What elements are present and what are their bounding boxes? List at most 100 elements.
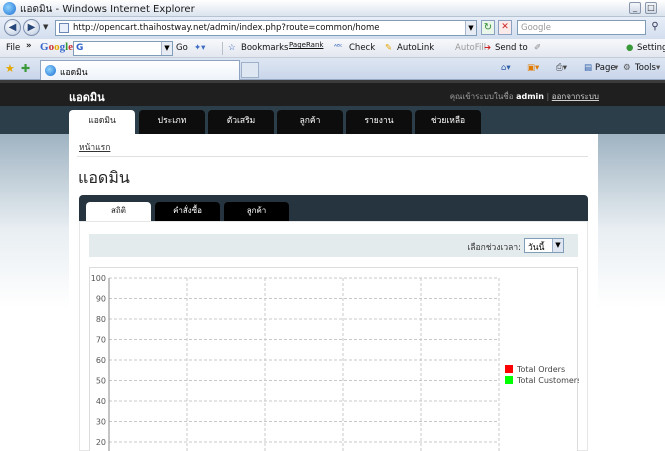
autofill-button[interactable]: AutoFill bbox=[455, 43, 486, 53]
ie-logo-icon bbox=[3, 2, 16, 15]
admin-brand: แอดมิน bbox=[69, 91, 105, 104]
statistics-panel: เลือกช่วงเวลา: วันนี้ ▼ 20 30 40 50 60 70 80 90… bbox=[79, 221, 588, 451]
chart-y-tick-label: 70 bbox=[96, 336, 106, 345]
url-dropdown-icon[interactable]: ▼ bbox=[465, 21, 476, 35]
tab-customers[interactable]: ลูกค้า bbox=[224, 202, 289, 221]
back-button[interactable]: ◀ bbox=[4, 19, 21, 36]
menu-tab-category[interactable]: ประเภท bbox=[139, 110, 205, 134]
chart-y-tick-label: 90 bbox=[96, 295, 106, 304]
chart-y-tick-label: 40 bbox=[96, 397, 106, 406]
pagerank-indicator[interactable]: PageRank bbox=[289, 41, 323, 49]
main-content: หน้าแรก แอดมิน สถิติ คำสั่งซื้อ ลูกค้า เ… bbox=[69, 134, 598, 451]
page-menu[interactable]: Page bbox=[595, 63, 616, 73]
chart-y-tick-label: 80 bbox=[96, 315, 106, 324]
tools-dropdown-icon: ▾ bbox=[656, 63, 661, 73]
logged-in-username: admin bbox=[516, 92, 544, 101]
spellcheck-icon: ᴬᴮᶜ bbox=[334, 43, 343, 51]
tab-orders[interactable]: คำสั่งซื้อ bbox=[155, 202, 220, 221]
url-field[interactable]: http://opencart.thaihostway.net/admin/in… bbox=[55, 20, 477, 36]
range-label: เลือกช่วงเวลา: bbox=[467, 243, 521, 253]
page-icon: ▤ bbox=[584, 63, 593, 73]
search-icon[interactable]: ⚲ bbox=[648, 20, 662, 35]
range-select[interactable]: วันนี้ ▼ bbox=[524, 238, 564, 253]
chart-legend-label: Total Orders bbox=[516, 365, 565, 374]
chart-y-tick-label: 60 bbox=[96, 356, 106, 365]
bookmarks-button[interactable]: Bookmarks bbox=[241, 43, 289, 53]
sendto-button[interactable]: Send to bbox=[495, 43, 528, 53]
print-icon[interactable]: ⎙▾ bbox=[556, 63, 567, 73]
forward-button[interactable]: ▶ bbox=[23, 19, 40, 36]
autolink-icon: ✎ bbox=[385, 43, 393, 53]
tools-menu[interactable]: Tools bbox=[635, 63, 656, 73]
history-dropdown-icon[interactable]: ▼ bbox=[43, 23, 48, 31]
dashboard-tab-bar: สถิติ คำสั่งซื้อ ลูกค้า bbox=[79, 195, 588, 221]
file-menu[interactable]: File bbox=[6, 43, 20, 53]
settings-button[interactable]: Settings bbox=[637, 43, 665, 53]
maximize-button[interactable]: □ bbox=[645, 2, 657, 14]
dropdown-icon: ▾ bbox=[614, 63, 619, 73]
window-title: แอดมิน - Windows Internet Explorer bbox=[20, 4, 195, 15]
google-search-input[interactable]: G ▼ bbox=[73, 41, 173, 56]
search-input[interactable]: Google bbox=[517, 20, 646, 35]
refresh-button[interactable]: ↻ bbox=[481, 20, 495, 35]
url-text: http://opencart.thaihostway.net/admin/in… bbox=[73, 23, 380, 33]
logged-in-status: คุณเข้าระบบในชื่อ admin | ออกจากระบบ bbox=[450, 90, 599, 103]
tab-statistics[interactable]: สถิติ bbox=[86, 202, 151, 221]
settings-icon: ● bbox=[626, 43, 634, 53]
menu-tab-extensions[interactable]: ตัวเสริม bbox=[208, 110, 274, 134]
logout-link[interactable]: ออกจากระบบ bbox=[552, 92, 599, 101]
page-viewport: แอดมิน คุณเข้าระบบในชื่อ admin | ออกจากร… bbox=[0, 80, 665, 451]
chart-legend-swatch bbox=[505, 365, 513, 373]
page-title: แอดมิน bbox=[78, 168, 130, 187]
browser-tab[interactable]: แอดมิน bbox=[40, 60, 240, 80]
highlight-icon[interactable]: ✐ bbox=[534, 43, 541, 53]
sendto-icon: ➔ bbox=[484, 43, 492, 53]
ie-page-icon bbox=[45, 65, 56, 76]
range-filter-bar: เลือกช่วงเวลา: วันนี้ ▼ bbox=[89, 234, 578, 257]
new-tab-button[interactable] bbox=[241, 62, 259, 78]
chart-y-tick-label: 50 bbox=[96, 377, 106, 386]
chart-y-tick-label: 100 bbox=[91, 274, 106, 283]
browser-tab-label: แอดมิน bbox=[60, 68, 88, 78]
tab-row: ★ ✚ แอดมิน ⌂▾ ▣▾ ⎙▾ ▤ Page ▾ ⚙ Tools ▾ bbox=[0, 58, 665, 80]
logged-in-prefix: คุณเข้าระบบในชื่อ bbox=[449, 92, 514, 101]
address-bar: ◀ ▶ ▼ http://opencart.thaihostway.net/ad… bbox=[0, 17, 665, 39]
menu-tab-customers[interactable]: ลูกค้า bbox=[277, 110, 343, 134]
page-icon bbox=[59, 23, 69, 33]
menu-tab-reports[interactable]: รายงาน bbox=[346, 110, 412, 134]
menu-tab-admin[interactable]: แอดมิน bbox=[69, 110, 135, 134]
check-button[interactable]: Check bbox=[349, 43, 375, 53]
chart-legend-label: Total Customers bbox=[516, 376, 579, 385]
menu-tab-help[interactable]: ช่วยเหลือ bbox=[415, 110, 481, 134]
chevron-down-icon[interactable]: ▼ bbox=[552, 239, 563, 252]
chart-y-tick-label: 20 bbox=[96, 438, 106, 447]
toolbar-separator bbox=[222, 42, 223, 55]
breadcrumb-divider bbox=[77, 156, 588, 157]
home-icon[interactable]: ⌂▾ bbox=[501, 63, 511, 73]
minimize-button[interactable]: _ bbox=[629, 2, 641, 14]
statistics-chart: 20 30 40 50 60 70 80 90 100 Total Orders Total Cus… bbox=[89, 267, 581, 451]
chart-y-tick-label: 30 bbox=[96, 418, 106, 427]
add-favorites-icon[interactable]: ✚ bbox=[21, 62, 30, 75]
bookmarks-star-icon: ☆ bbox=[228, 43, 236, 53]
google-toolbar: File » Google G ▼ Go ✦▾ ☆ Bookmarks Page… bbox=[0, 39, 665, 58]
chevron-icon[interactable]: » bbox=[26, 41, 32, 51]
favorites-star-icon[interactable]: ★ bbox=[5, 62, 15, 75]
breadcrumb-home[interactable]: หน้าแรก bbox=[79, 140, 110, 154]
chart-svg: 20 30 40 50 60 70 80 90 100 Total Orders Total Cus… bbox=[91, 274, 581, 451]
search-placeholder: Google bbox=[521, 23, 551, 33]
google-logo: Google bbox=[40, 41, 74, 53]
chart-legend-swatch bbox=[505, 376, 513, 384]
header-separator: | bbox=[546, 92, 550, 101]
tools-gear-icon: ⚙ bbox=[623, 63, 631, 73]
google-g-icon: G bbox=[76, 43, 84, 53]
google-options-icon[interactable]: ✦▾ bbox=[194, 43, 205, 53]
stop-button[interactable]: ✕ bbox=[498, 20, 512, 35]
autolink-button[interactable]: AutoLink bbox=[397, 43, 434, 53]
feeds-icon[interactable]: ▣▾ bbox=[527, 63, 539, 73]
admin-header: แอดมิน คุณเข้าระบบในชื่อ admin | ออกจากร… bbox=[0, 80, 665, 106]
window-title-bar: แอดมิน - Windows Internet Explorer _ □ bbox=[0, 0, 665, 17]
google-go-button[interactable]: Go bbox=[176, 43, 188, 53]
google-search-dropdown-icon[interactable]: ▼ bbox=[161, 42, 172, 55]
range-selected-value: วันนี้ bbox=[528, 243, 545, 253]
